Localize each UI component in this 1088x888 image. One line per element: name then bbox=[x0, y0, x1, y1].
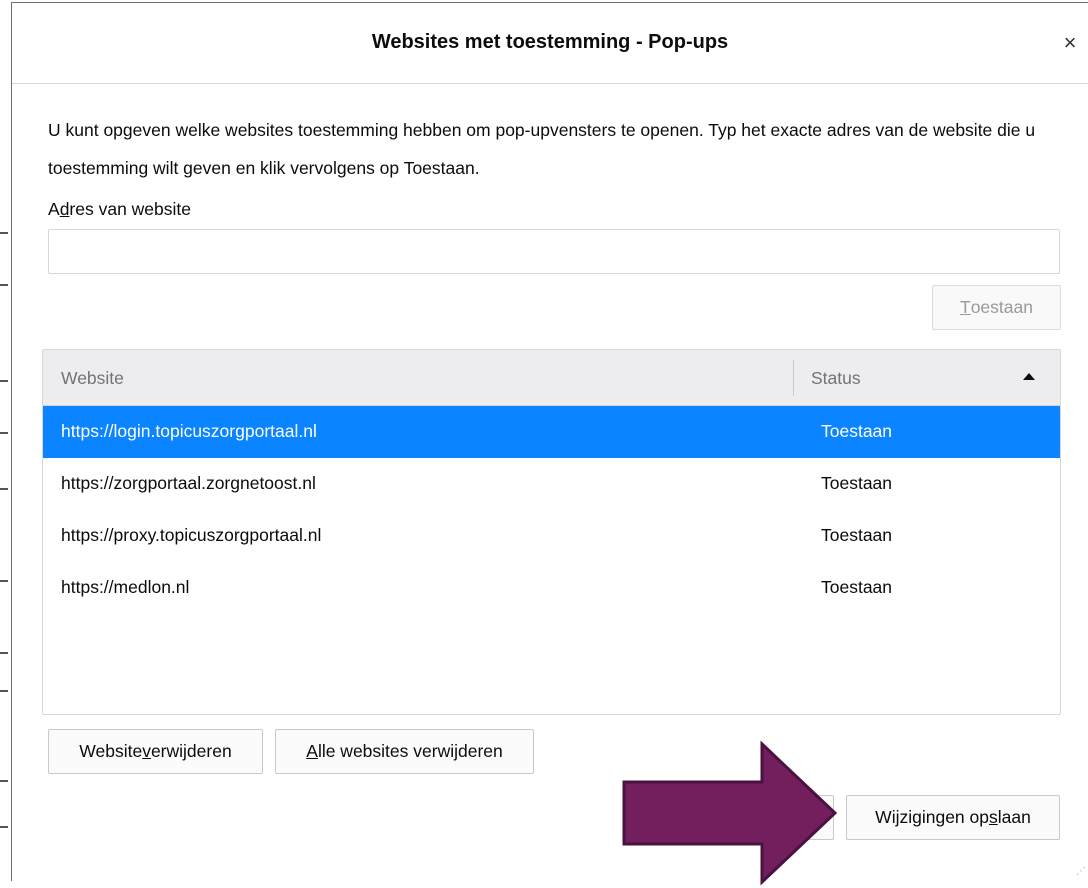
save-changes-button[interactable]: Wijzigingen op s laan bbox=[846, 795, 1060, 840]
row-status: Toestaan bbox=[821, 525, 893, 545]
table-row[interactable]: https://zorgportaal.zorgnetoost.nl Toest… bbox=[43, 458, 1060, 510]
background-mark bbox=[0, 232, 8, 234]
table-header: Website Status bbox=[43, 350, 1060, 406]
permissions-dialog: Websites met toestemming - Pop-ups × U k… bbox=[11, 2, 1088, 881]
row-status: Toestaan bbox=[821, 473, 893, 493]
table-row[interactable]: https://login.topicuszorgportaal.nl Toes… bbox=[43, 406, 1060, 458]
address-label: Adres van website bbox=[48, 199, 192, 219]
table-row[interactable]: https://proxy.topicuszorgportaal.nl Toes… bbox=[43, 510, 1060, 562]
sort-ascending-icon[interactable] bbox=[1023, 373, 1035, 380]
background-mark bbox=[0, 380, 8, 382]
row-website: https://zorgportaal.zorgnetoost.nl bbox=[61, 473, 316, 493]
remove-website-button[interactable]: Website v erwijderen bbox=[48, 729, 263, 774]
dialog-title-bar: Websites met toestemming - Pop-ups × bbox=[12, 3, 1088, 84]
column-divider[interactable] bbox=[793, 360, 794, 396]
background-mark bbox=[0, 826, 8, 828]
background-mark bbox=[0, 580, 8, 582]
row-website: https://medlon.nl bbox=[61, 577, 190, 597]
row-website: https://login.topicuszorgportaal.nl bbox=[61, 421, 317, 441]
remove-all-websites-button[interactable]: Alle websites verwijderen bbox=[275, 729, 534, 774]
background-mark bbox=[0, 284, 8, 286]
resize-grip-icon[interactable]: ⋰ bbox=[1076, 867, 1086, 877]
website-address-input[interactable] bbox=[48, 229, 1060, 274]
column-header-status[interactable]: Status bbox=[811, 368, 861, 389]
table-row[interactable]: https://medlon.nl Toestaan bbox=[43, 562, 1060, 614]
row-status: Toestaan bbox=[821, 421, 893, 441]
row-status: Toestaan bbox=[821, 577, 893, 597]
background-mark bbox=[0, 780, 8, 782]
close-icon[interactable]: × bbox=[1056, 29, 1084, 57]
background-mark bbox=[0, 488, 8, 490]
annotation-arrow-icon bbox=[622, 740, 838, 886]
background-mark bbox=[0, 432, 8, 434]
column-header-website[interactable]: Website bbox=[61, 368, 124, 389]
website-table[interactable]: Website Status https://login.topicuszorg… bbox=[42, 349, 1061, 715]
dialog-title: Websites met toestemming - Pop-ups bbox=[371, 31, 729, 53]
row-website: https://proxy.topicuszorgportaal.nl bbox=[61, 525, 322, 545]
allow-button[interactable]: Toestaan bbox=[932, 285, 1061, 330]
background-mark bbox=[0, 652, 8, 654]
background-mark bbox=[0, 690, 8, 692]
annotation-arrow-shape bbox=[622, 740, 838, 886]
dialog-description: U kunt opgeven welke websites toestemmin… bbox=[48, 120, 1036, 178]
